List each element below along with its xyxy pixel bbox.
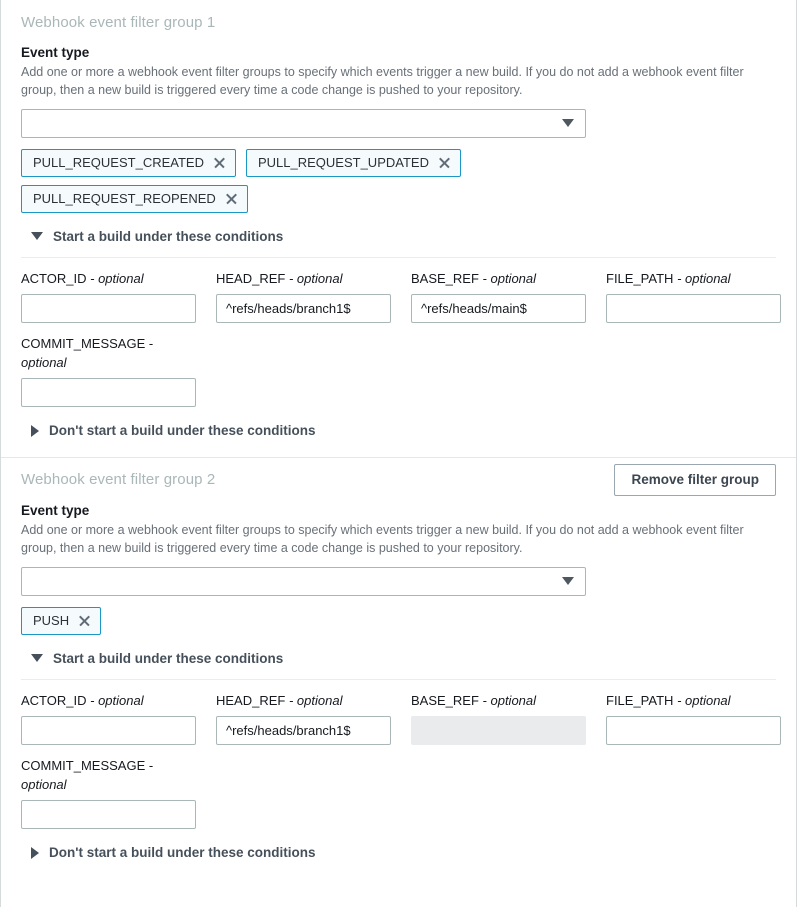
- group-2-header: Webhook event filter group 2 Remove filt…: [21, 458, 776, 502]
- group-2-dont-start-conditions-expander[interactable]: Don't start a build under these conditio…: [21, 841, 776, 865]
- group-1-condition-head-ref: HEAD_REF - optional: [216, 270, 391, 323]
- group-1-event-type-select-box[interactable]: [21, 109, 586, 138]
- group-1-dont-start-conditions-expander[interactable]: Don't start a build under these conditio…: [21, 419, 776, 443]
- group-2-commit-message-input[interactable]: [21, 800, 196, 829]
- group-1-conditions-row-2: COMMIT_MESSAGE -optional: [21, 335, 776, 419]
- group-2-event-type-chips: PUSH: [21, 607, 621, 635]
- triangle-down-icon: [31, 654, 43, 662]
- group-2-head-ref-input[interactable]: [216, 716, 391, 745]
- group-2-condition-commit-message: COMMIT_MESSAGE -optional: [21, 757, 196, 829]
- group-2-condition-file-path: FILE_PATH - optional: [606, 692, 781, 745]
- group-1-start-conditions-expander[interactable]: Start a build under these conditions: [21, 225, 776, 249]
- event-type-chip[interactable]: PULL_REQUEST_REOPENED: [21, 185, 248, 213]
- group-2-dont-start-conditions-label: Don't start a build under these conditio…: [49, 844, 315, 862]
- group-1-base-ref-label: BASE_REF - optional: [411, 270, 586, 289]
- triangle-right-icon: [31, 847, 39, 859]
- group-2-conditions-row-2: COMMIT_MESSAGE -optional: [21, 757, 776, 841]
- remove-filter-group-button[interactable]: Remove filter group: [614, 464, 776, 496]
- webhook-filter-group-2: Webhook event filter group 2 Remove filt…: [1, 458, 796, 865]
- group-1-dont-start-conditions-label: Don't start a build under these conditio…: [49, 422, 315, 440]
- group-1-head-ref-label: HEAD_REF - optional: [216, 270, 391, 289]
- event-type-chip-label: PULL_REQUEST_UPDATED: [258, 155, 429, 170]
- event-type-chip[interactable]: PULL_REQUEST_CREATED: [21, 149, 236, 177]
- close-icon[interactable]: [213, 156, 226, 169]
- group-2-commit-message-label: COMMIT_MESSAGE -optional: [21, 757, 196, 795]
- event-type-chip[interactable]: PUSH: [21, 607, 101, 635]
- triangle-right-icon: [31, 425, 39, 437]
- group-1-start-conditions-rule: [21, 257, 776, 258]
- group-2-actor-id-input[interactable]: [21, 716, 196, 745]
- close-icon[interactable]: [225, 192, 238, 205]
- group-1-event-type-description: Add one or more a webhook event filter g…: [21, 64, 776, 100]
- group-1-condition-commit-message: COMMIT_MESSAGE -optional: [21, 335, 196, 407]
- group-1-condition-base-ref: BASE_REF - optional: [411, 270, 586, 323]
- close-icon[interactable]: [78, 614, 91, 627]
- close-icon[interactable]: [438, 156, 451, 169]
- group-2-base-ref-input: [411, 716, 586, 745]
- group-1-condition-file-path: FILE_PATH - optional: [606, 270, 781, 323]
- group-2-file-path-input[interactable]: [606, 716, 781, 745]
- group-2-actor-id-label: ACTOR_ID - optional: [21, 692, 196, 711]
- group-2-base-ref-label: BASE_REF - optional: [411, 692, 586, 711]
- group-2-event-type-select[interactable]: [21, 567, 586, 596]
- group-1-header: Webhook event filter group 1: [21, 0, 776, 44]
- group-2-head-ref-label: HEAD_REF - optional: [216, 692, 391, 711]
- group-2-condition-base-ref: BASE_REF - optional: [411, 692, 586, 745]
- group-2-file-path-label: FILE_PATH - optional: [606, 692, 781, 711]
- group-2-conditions-row-1: ACTOR_ID - optional HEAD_REF - optional …: [21, 692, 776, 745]
- event-type-chip[interactable]: PULL_REQUEST_UPDATED: [246, 149, 461, 177]
- group-1-file-path-input[interactable]: [606, 294, 781, 323]
- group-1-base-ref-input[interactable]: [411, 294, 586, 323]
- group-1-start-conditions-label: Start a build under these conditions: [53, 228, 283, 246]
- group-2-condition-actor-id: ACTOR_ID - optional: [21, 692, 196, 745]
- group-1-head-ref-input[interactable]: [216, 294, 391, 323]
- group-2-condition-head-ref: HEAD_REF - optional: [216, 692, 391, 745]
- group-2-event-type-label: Event type: [21, 502, 776, 520]
- group-2-event-type-description: Add one or more a webhook event filter g…: [21, 522, 776, 558]
- group-1-condition-actor-id: ACTOR_ID - optional: [21, 270, 196, 323]
- group-1-actor-id-label: ACTOR_ID - optional: [21, 270, 196, 289]
- group-1-commit-message-label: COMMIT_MESSAGE -optional: [21, 335, 196, 373]
- group-2-event-type-select-box[interactable]: [21, 567, 586, 596]
- group-1-event-type-select[interactable]: [21, 109, 586, 138]
- group-1-actor-id-input[interactable]: [21, 294, 196, 323]
- webhook-filter-groups-panel: Webhook event filter group 1 Event type …: [0, 0, 797, 907]
- group-2-title: Webhook event filter group 2: [21, 471, 215, 488]
- group-1-commit-message-input[interactable]: [21, 378, 196, 407]
- group-2-start-conditions-expander[interactable]: Start a build under these conditions: [21, 647, 776, 671]
- group-2-start-conditions-rule: [21, 679, 776, 680]
- group-1-title: Webhook event filter group 1: [21, 14, 215, 31]
- event-type-chip-label: PUSH: [33, 613, 69, 628]
- group-1-event-type-chips: PULL_REQUEST_CREATED PULL_REQUEST_UPDATE…: [21, 149, 621, 213]
- event-type-chip-label: PULL_REQUEST_REOPENED: [33, 191, 216, 206]
- group-2-start-conditions-label: Start a build under these conditions: [53, 650, 283, 668]
- triangle-down-icon: [31, 232, 43, 240]
- group-1-file-path-label: FILE_PATH - optional: [606, 270, 781, 289]
- group-1-event-type-label: Event type: [21, 44, 776, 62]
- event-type-chip-label: PULL_REQUEST_CREATED: [33, 155, 204, 170]
- group-1-conditions-row-1: ACTOR_ID - optional HEAD_REF - optional …: [21, 270, 776, 323]
- webhook-filter-group-1: Webhook event filter group 1 Event type …: [1, 0, 796, 457]
